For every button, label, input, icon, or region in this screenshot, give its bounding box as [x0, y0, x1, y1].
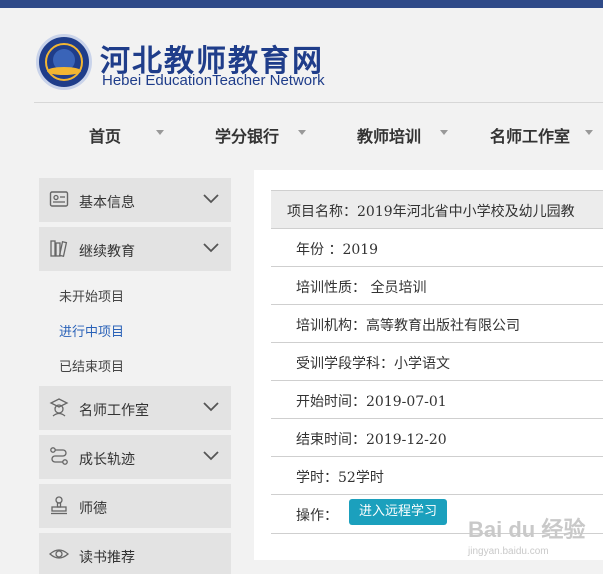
site-header: 河北教师教育网 Hebei EducationTeacher Network: [0, 8, 603, 103]
logo-swoosh: [47, 67, 81, 75]
sidebar-subitem-finished[interactable]: 已结束项目: [59, 356, 124, 375]
sidebar-item-continuing-education[interactable]: 继续教育: [39, 227, 231, 271]
project-name: 项目名称：2019年河北省中小学校及幼儿园教: [287, 204, 575, 220]
project-hours: 学时：52学时: [296, 470, 384, 486]
watermark-url: jingyan.baidu.com: [468, 546, 549, 557]
sidebar-item-ethics[interactable]: 师德: [39, 484, 231, 528]
sidebar-item-growth-track[interactable]: 成长轨迹: [39, 435, 231, 479]
sidebar-item-label: 成长轨迹: [79, 452, 135, 468]
sidebar: 基本信息 继续教育 未开始项目 进行中项目 已结束项目 名师工作室 成长轨迹 师…: [39, 178, 231, 574]
sidebar-subitem-in-progress[interactable]: 进行中项目: [59, 321, 124, 340]
nav-home[interactable]: 首页: [89, 123, 121, 147]
sidebar-item-label: 师德: [79, 501, 107, 517]
table-row: 开始时间：2019-07-01: [271, 380, 603, 418]
nav-teacher-training[interactable]: 教师培训: [357, 123, 421, 147]
sidebar-item-label: 继续教育: [79, 244, 135, 260]
sidebar-item-label: 名师工作室: [79, 403, 149, 419]
chevron-down-icon[interactable]: [298, 130, 306, 135]
nav-credit-bank[interactable]: 学分银行: [215, 123, 279, 147]
table-row: 结束时间：2019-12-20: [271, 418, 603, 456]
project-training-org: 培训机构：高等教育出版社有限公司: [296, 318, 520, 334]
table-row: 受训学段学科：小学语文: [271, 342, 603, 380]
site-subtitle: Hebei EducationTeacher Network: [102, 72, 325, 89]
books-icon: [50, 240, 68, 258]
watermark-brand: Bai du 经验: [468, 517, 586, 542]
site-logo[interactable]: [36, 34, 92, 90]
project-subject: 受训学段学科：小学语文: [296, 356, 450, 372]
sidebar-item-label: 基本信息: [79, 195, 135, 211]
chevron-down-icon[interactable]: [440, 130, 448, 135]
baidu-watermark: Bai du 经验 jingyan.baidu.com: [468, 502, 598, 562]
table-row: 项目名称：2019年河北省中小学校及幼儿园教: [271, 190, 603, 228]
eye-icon: [49, 549, 69, 559]
chevron-down-icon[interactable]: [201, 445, 221, 465]
teacher-icon: [49, 398, 69, 417]
table-row: 年份 ：2019: [271, 228, 603, 266]
table-row: 培训机构：高等教育出版社有限公司: [271, 304, 603, 342]
chevron-down-icon[interactable]: [585, 130, 593, 135]
chevron-down-icon[interactable]: [201, 188, 221, 208]
chevron-down-icon[interactable]: [156, 130, 164, 135]
main-nav: 首页 学分银行 教师培训 名师工作室: [34, 103, 603, 161]
sidebar-item-basic-info[interactable]: 基本信息: [39, 178, 231, 222]
sidebar-item-label: 读书推荐: [79, 550, 135, 566]
project-start-date: 开始时间：2019-07-01: [296, 394, 447, 410]
sidebar-subitem-not-started[interactable]: 未开始项目: [59, 286, 124, 305]
sidebar-item-reading[interactable]: 读书推荐: [39, 533, 231, 574]
table-row: 培训性质： 全员培训: [271, 266, 603, 304]
sidebar-item-master-studio[interactable]: 名师工作室: [39, 386, 231, 430]
project-year: 年份 ：2019: [296, 242, 379, 258]
top-accent-bar: [0, 0, 603, 8]
chevron-down-icon[interactable]: [201, 237, 221, 257]
route-icon: [50, 447, 68, 465]
chevron-down-icon[interactable]: [201, 396, 221, 416]
id-card-icon: [49, 191, 69, 207]
project-training-nature: 培训性质： 全员培训: [296, 280, 427, 296]
enter-remote-learning-button[interactable]: 进入远程学习: [349, 499, 448, 525]
project-end-date: 结束时间：2019-12-20: [296, 432, 447, 448]
table-row: 学时：52学时: [271, 456, 603, 494]
operation-label: 操作：: [296, 508, 338, 524]
stamp-icon: [51, 496, 67, 515]
nav-master-studio[interactable]: 名师工作室: [490, 123, 570, 147]
